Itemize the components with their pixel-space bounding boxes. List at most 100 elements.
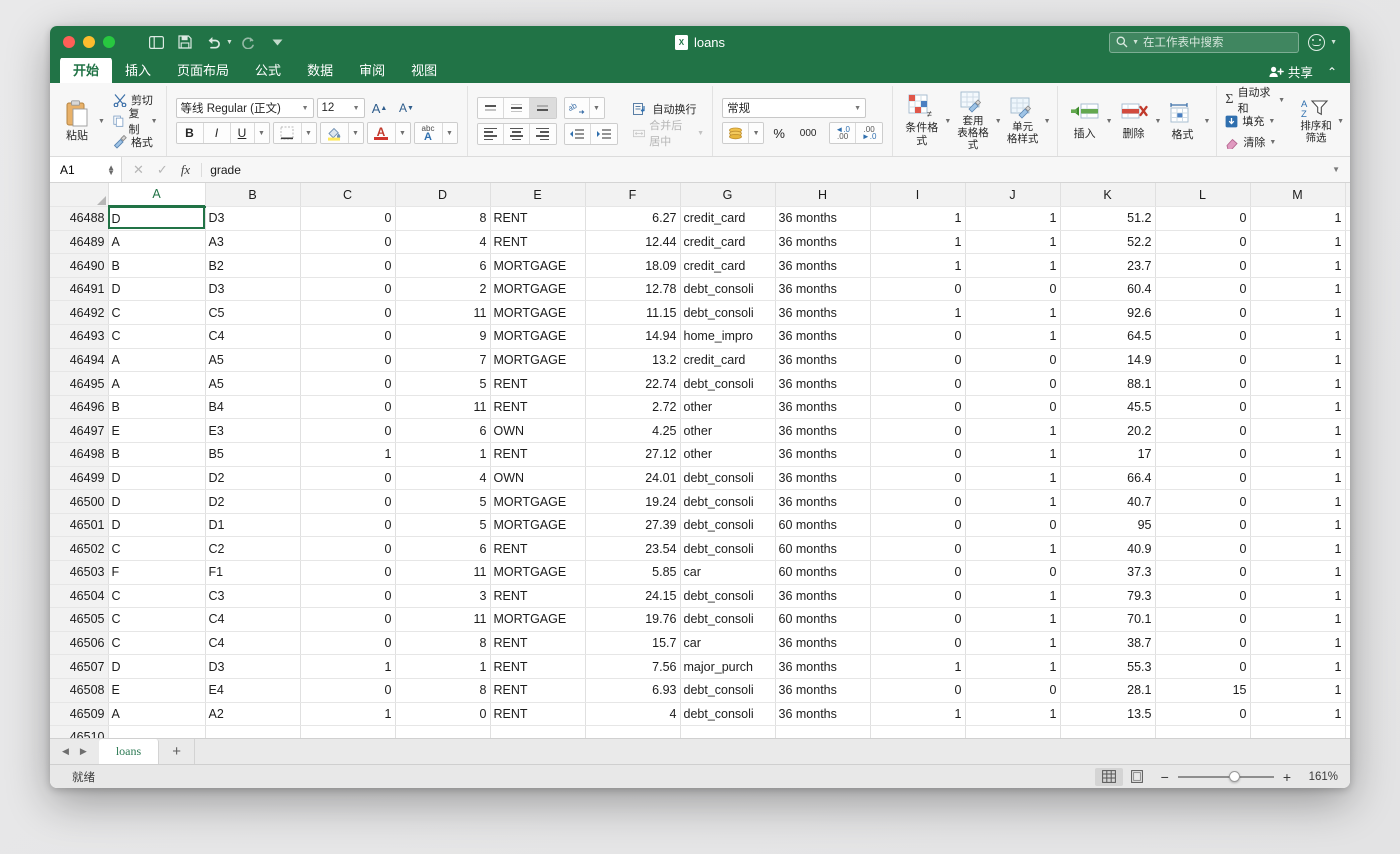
grid-cell[interactable]: 1 xyxy=(1250,631,1345,655)
cancel-edit-icon[interactable]: ✕ xyxy=(133,162,144,178)
next-sheet-icon[interactable]: ▶ xyxy=(80,746,87,757)
phonetic-dropdown-caret[interactable]: ▼ xyxy=(443,123,457,143)
grid-cell[interactable]: 1 xyxy=(965,207,1060,231)
text-orientation-icon[interactable]: ab xyxy=(565,98,590,118)
grid-cell[interactable]: D3 xyxy=(205,655,300,679)
select-all-corner[interactable] xyxy=(50,183,108,207)
grid-cell[interactable]: 0 xyxy=(965,277,1060,301)
format-painter-button[interactable]: 格式 xyxy=(111,133,160,152)
grid-cell[interactable] xyxy=(1345,490,1350,514)
grid-cell[interactable]: MORTGAGE xyxy=(490,325,585,349)
add-sheet-button[interactable]: + xyxy=(159,739,195,764)
grid-cell[interactable]: 1 xyxy=(870,230,965,254)
grid-cell[interactable]: 0 xyxy=(300,207,395,231)
grid-cell[interactable]: 28.1 xyxy=(1060,678,1155,702)
grid-cell[interactable]: 1 xyxy=(1250,230,1345,254)
grid-cell[interactable]: 1 xyxy=(965,655,1060,679)
grid-cell[interactable]: 0 xyxy=(1155,395,1250,419)
grid-cell[interactable] xyxy=(1345,325,1350,349)
grid-cell[interactable]: 1 xyxy=(965,325,1060,349)
grid-cell[interactable]: 0 xyxy=(300,230,395,254)
grid-cell[interactable]: debt_consoli xyxy=(680,277,775,301)
grid-cell[interactable]: MORTGAGE xyxy=(490,301,585,325)
table-row[interactable]: 46508EE408RENT6.93debt_consoli36 months0… xyxy=(50,678,1350,702)
increase-indent-button[interactable] xyxy=(591,124,617,144)
row-header[interactable]: 46510 xyxy=(50,726,108,738)
grid-cell[interactable]: 14.9 xyxy=(1060,348,1155,372)
grid-cell[interactable]: 1 xyxy=(965,631,1060,655)
grid-cell[interactable]: 1 xyxy=(1250,584,1345,608)
grid-cell[interactable]: RENT xyxy=(490,584,585,608)
grid-cell[interactable]: 1 xyxy=(870,254,965,278)
grid-cell[interactable]: 2.72 xyxy=(585,395,680,419)
row-header[interactable]: 46509 xyxy=(50,702,108,726)
grid-cell[interactable]: 0 xyxy=(300,395,395,419)
grid-cell[interactable]: 0 xyxy=(1155,443,1250,467)
currency-icon[interactable] xyxy=(723,123,749,143)
row-header[interactable]: 46491 xyxy=(50,277,108,301)
grid-cell[interactable]: A5 xyxy=(205,372,300,396)
grid-cell[interactable]: other xyxy=(680,395,775,419)
column-header-a[interactable]: A xyxy=(108,183,205,207)
grid-cell[interactable]: MORTGAGE xyxy=(490,348,585,372)
grid-cell[interactable] xyxy=(1345,466,1350,490)
align-middle-button[interactable] xyxy=(504,98,530,118)
grid-cell[interactable]: A5 xyxy=(205,348,300,372)
row-header[interactable]: 46490 xyxy=(50,254,108,278)
grid-cell[interactable]: 0 xyxy=(870,372,965,396)
grid-cell[interactable]: RENT xyxy=(490,230,585,254)
grid-cell[interactable]: 1 xyxy=(1250,678,1345,702)
normal-view-icon[interactable] xyxy=(1095,768,1123,786)
grid-cell[interactable]: C xyxy=(108,584,205,608)
grid-cell[interactable]: 13.5 xyxy=(1060,702,1155,726)
grid-cell[interactable]: 36 months xyxy=(775,678,870,702)
grid-cell[interactable]: 0 xyxy=(870,466,965,490)
grid-cell[interactable]: 0 xyxy=(300,513,395,537)
grid-cell[interactable]: A xyxy=(108,348,205,372)
grid-cell[interactable]: debt_consoli xyxy=(680,301,775,325)
grid-cell[interactable]: 79.3 xyxy=(1060,584,1155,608)
grid-cell[interactable]: 36 months xyxy=(775,301,870,325)
grid-cell[interactable] xyxy=(1345,631,1350,655)
grid-cell[interactable]: 23.54 xyxy=(585,537,680,561)
grid-cell[interactable]: 4 xyxy=(395,466,490,490)
table-row[interactable]: 46509AA210RENT4debt_consoli36 months1113… xyxy=(50,702,1350,726)
row-header[interactable]: 46494 xyxy=(50,348,108,372)
grid-cell[interactable]: 19.76 xyxy=(585,608,680,632)
grid-cell[interactable]: 5.85 xyxy=(585,561,680,585)
grid-cell[interactable]: car xyxy=(680,561,775,585)
grid-cell[interactable]: 0 xyxy=(1155,466,1250,490)
grid-cell[interactable]: 0 xyxy=(300,678,395,702)
format-as-table-caret[interactable]: ▼ xyxy=(995,118,1002,125)
grid-cell[interactable]: 38.7 xyxy=(1060,631,1155,655)
grid-cell[interactable]: 13.2 xyxy=(585,348,680,372)
grid-cell[interactable]: MORTGAGE xyxy=(490,277,585,301)
grid-cell[interactable]: A xyxy=(108,372,205,396)
grid-cell[interactable]: D xyxy=(108,466,205,490)
grid-cell[interactable]: 1 xyxy=(965,490,1060,514)
grid-cell[interactable] xyxy=(965,726,1060,738)
sort-filter-button[interactable]: AZ 排序和 筛选 xyxy=(1295,98,1337,144)
feedback-dropdown-caret[interactable]: ▼ xyxy=(1330,39,1337,46)
grid-cell[interactable]: 15.7 xyxy=(585,631,680,655)
grid-cell[interactable]: 0 xyxy=(300,419,395,443)
grid-cell[interactable]: 1 xyxy=(395,655,490,679)
grid-cell[interactable]: B4 xyxy=(205,395,300,419)
table-row[interactable]: 46504CC303RENT24.15debt_consoli36 months… xyxy=(50,584,1350,608)
copy-dropdown-caret[interactable]: ▼ xyxy=(151,118,158,125)
format-cells-button[interactable]: 格式 xyxy=(1161,101,1203,142)
grid-cell[interactable]: 0 xyxy=(870,561,965,585)
column-header-f[interactable]: F xyxy=(585,183,680,207)
grid-cell[interactable]: MORTGAGE xyxy=(490,513,585,537)
grid-cell[interactable]: B xyxy=(108,443,205,467)
collapse-ribbon-icon[interactable]: ⌃ xyxy=(1327,65,1337,79)
grid-cell[interactable]: 1 xyxy=(965,230,1060,254)
grid-cell[interactable]: 36 months xyxy=(775,348,870,372)
grid-cell[interactable]: credit_card xyxy=(680,348,775,372)
table-row[interactable]: 46507DD311RENT7.56major_purch36 months11… xyxy=(50,655,1350,679)
grid-cell[interactable]: C2 xyxy=(205,537,300,561)
save-icon[interactable] xyxy=(172,31,198,53)
grid-cell[interactable]: 20.2 xyxy=(1060,419,1155,443)
tab-formulas[interactable]: 公式 xyxy=(242,57,294,83)
grid-cell[interactable]: 60 months xyxy=(775,537,870,561)
